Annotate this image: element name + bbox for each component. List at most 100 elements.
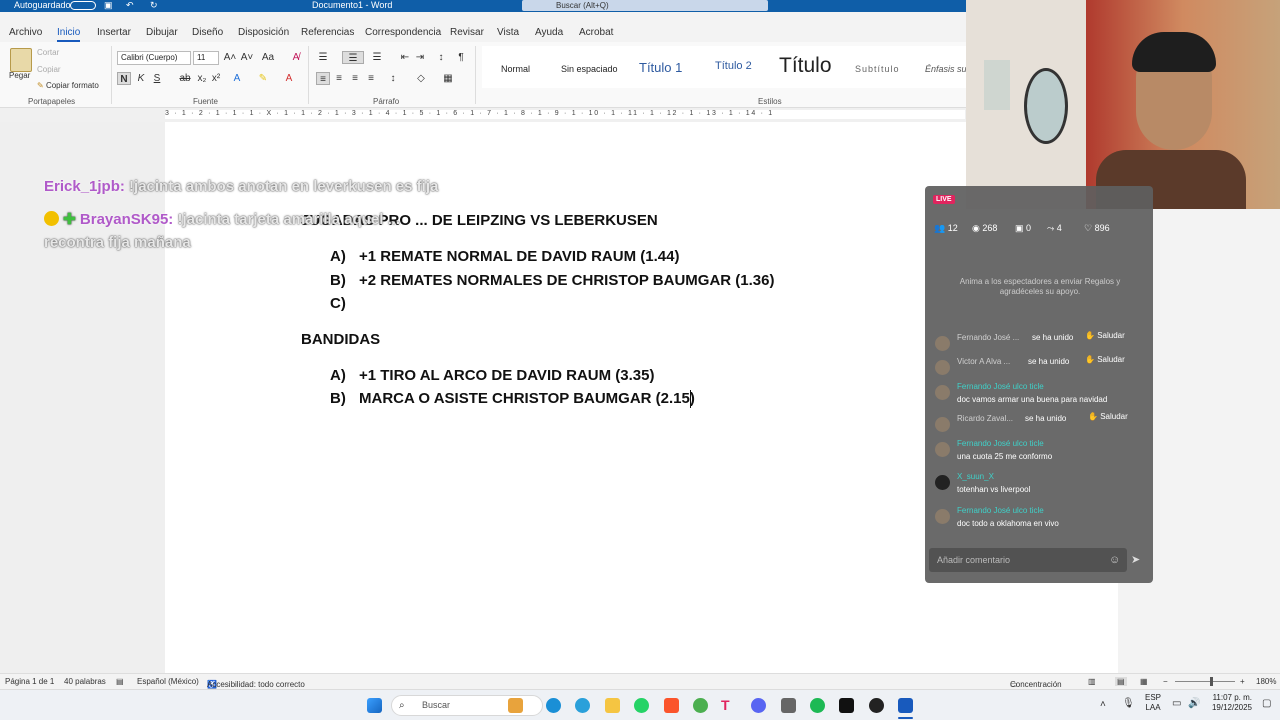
- paste-icon[interactable]: [10, 48, 32, 72]
- style-title[interactable]: Título: [779, 54, 832, 78]
- menu-insertar[interactable]: Insertar: [97, 27, 131, 38]
- tiktok-icon[interactable]: [839, 698, 854, 713]
- language-status[interactable]: Español (México): [137, 677, 199, 686]
- comment-input[interactable]: Añadir comentario: [929, 548, 1127, 572]
- discord-icon[interactable]: [751, 698, 766, 713]
- style-normal[interactable]: Normal: [501, 64, 530, 74]
- borders-icon[interactable]: ▦: [441, 72, 455, 85]
- shrink-font-icon[interactable]: A˅: [240, 51, 254, 64]
- highlight-icon[interactable]: ✎: [256, 72, 270, 85]
- vertical-ruler[interactable]: [0, 122, 14, 673]
- format-painter-button[interactable]: ✎ Copiar formato: [37, 81, 99, 90]
- font-family-select[interactable]: Calibri (Cuerpo): [117, 51, 191, 65]
- paste-label[interactable]: Pegar: [9, 71, 30, 80]
- greet-button[interactable]: ✋ Saludar: [1088, 412, 1128, 426]
- text-app-icon[interactable]: T: [721, 697, 730, 713]
- emoji-icon[interactable]: ☺: [1109, 554, 1120, 566]
- font-color-icon[interactable]: A: [282, 72, 296, 85]
- cut-button[interactable]: Cortar: [37, 48, 59, 57]
- doc-heading-bandidas[interactable]: BANDIDAS: [301, 331, 380, 348]
- greet-button[interactable]: ✋ Saludar: [1085, 331, 1125, 345]
- menu-dibujar[interactable]: Dibujar: [146, 27, 178, 38]
- edge-icon[interactable]: [546, 698, 561, 713]
- search-input[interactable]: Buscar (Alt+Q): [522, 0, 768, 11]
- align-right-icon[interactable]: ≡: [348, 72, 362, 85]
- volume-icon[interactable]: 🔊: [1188, 698, 1200, 709]
- zoom-in-icon[interactable]: +: [1240, 677, 1245, 686]
- decrease-indent-icon[interactable]: ⇤: [398, 51, 412, 64]
- list2-item-a[interactable]: +1 TIRO AL ARCO DE DAVID RAUM (3.35): [359, 367, 654, 384]
- notification-icon[interactable]: ▢: [1262, 698, 1271, 709]
- page-count[interactable]: Página 1 de 1: [5, 677, 54, 686]
- telegram-icon[interactable]: [575, 698, 590, 713]
- web-layout-icon[interactable]: ▦: [1140, 677, 1148, 686]
- multilevel-list-icon[interactable]: ☰: [370, 51, 384, 64]
- read-mode-icon[interactable]: ▥: [1088, 677, 1096, 686]
- clock[interactable]: 11:07 p. m. 19/12/2025: [1208, 693, 1252, 713]
- style-no-spacing[interactable]: Sin espaciado: [561, 64, 618, 74]
- input-language[interactable]: ESP LAA: [1145, 693, 1161, 713]
- numbering-icon[interactable]: ☰: [342, 51, 364, 64]
- zoom-thumb[interactable]: [1210, 677, 1213, 686]
- underline-button[interactable]: S: [150, 72, 164, 85]
- increase-indent-icon[interactable]: ⇥: [413, 51, 427, 64]
- brave-icon[interactable]: [664, 698, 679, 713]
- start-icon[interactable]: [367, 698, 382, 713]
- calculator-icon[interactable]: [781, 698, 796, 713]
- menu-correspondencia[interactable]: Correspondencia: [365, 27, 441, 38]
- menu-disposicion[interactable]: Disposición: [238, 27, 289, 38]
- shading-icon[interactable]: ◇: [414, 72, 428, 85]
- zoom-level[interactable]: 180%: [1256, 677, 1276, 686]
- greet-button[interactable]: ✋ Saludar: [1085, 355, 1125, 369]
- list1-item-a[interactable]: +1 REMATE NORMAL DE DAVID RAUM (1.44): [359, 248, 679, 265]
- menu-acrobat[interactable]: Acrobat: [579, 27, 613, 38]
- print-layout-icon[interactable]: ▤: [1115, 677, 1127, 686]
- list2-item-b[interactable]: MARCA O ASISTE CHRISTOP BAUMGAR (2.15): [359, 390, 695, 407]
- menu-referencias[interactable]: Referencias: [301, 27, 354, 38]
- menu-archivo[interactable]: Archivo: [9, 27, 42, 38]
- obs-icon[interactable]: [869, 698, 884, 713]
- font-size-select[interactable]: 11: [193, 51, 219, 65]
- show-marks-icon[interactable]: ¶: [454, 51, 468, 64]
- save-icon[interactable]: ▣: [104, 0, 113, 11]
- chevron-up-icon[interactable]: ˄: [1100, 699, 1106, 710]
- redo-icon[interactable]: ↻: [150, 0, 158, 11]
- send-icon[interactable]: ➤: [1131, 553, 1140, 566]
- clear-format-icon[interactable]: A̸: [289, 51, 303, 64]
- chrome-icon[interactable]: [693, 698, 708, 713]
- sort-icon[interactable]: ↕: [434, 51, 448, 64]
- spotify-icon[interactable]: [810, 698, 825, 713]
- undo-icon[interactable]: ↶: [126, 0, 134, 11]
- whatsapp-icon[interactable]: [634, 698, 649, 713]
- mic-icon[interactable]: 🎙: [1122, 698, 1135, 709]
- align-center-icon[interactable]: ≡: [332, 72, 346, 85]
- subscript-button[interactable]: x₂: [195, 72, 209, 85]
- bold-button[interactable]: N: [117, 72, 131, 85]
- folder-icon[interactable]: [605, 698, 620, 713]
- grow-font-icon[interactable]: A˄: [223, 51, 237, 64]
- zoom-out-icon[interactable]: −: [1163, 677, 1168, 686]
- line-spacing-icon[interactable]: ↕: [386, 72, 400, 85]
- menu-revisar[interactable]: Revisar: [450, 27, 484, 38]
- menu-inicio[interactable]: Inicio: [57, 27, 81, 42]
- bullets-icon[interactable]: ☰: [316, 51, 330, 64]
- superscript-button[interactable]: x²: [209, 72, 223, 85]
- display-icon[interactable]: ▭: [1172, 698, 1181, 709]
- style-heading2[interactable]: Título 2: [715, 60, 752, 72]
- list1-item-b[interactable]: +2 REMATES NORMALES DE CHRISTOP BAUMGAR …: [359, 272, 774, 289]
- menu-vista[interactable]: Vista: [497, 27, 519, 38]
- style-subtitle[interactable]: Subtítulo: [855, 64, 900, 74]
- change-case-icon[interactable]: Aa: [261, 51, 275, 64]
- style-heading1[interactable]: Título 1: [639, 60, 682, 75]
- italic-button[interactable]: K: [134, 72, 148, 85]
- widget-icon[interactable]: [508, 698, 523, 713]
- copy-button[interactable]: Copiar: [37, 65, 61, 74]
- align-left-icon[interactable]: ≡: [316, 72, 330, 85]
- justify-icon[interactable]: ≡: [364, 72, 378, 85]
- word-icon[interactable]: [898, 698, 913, 713]
- style-emphasis[interactable]: Énfasis su: [925, 64, 967, 74]
- strikethrough-button[interactable]: ab: [178, 72, 192, 85]
- word-count[interactable]: 40 palabras: [64, 677, 106, 686]
- autosave-toggle[interactable]: [70, 1, 96, 10]
- text-effects-icon[interactable]: A: [230, 72, 244, 85]
